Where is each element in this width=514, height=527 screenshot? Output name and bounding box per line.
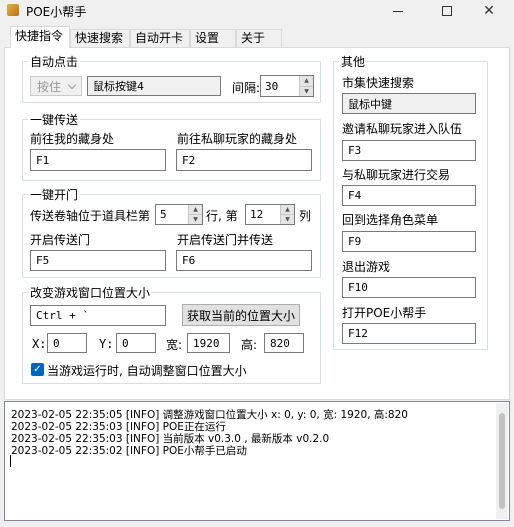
row-stepper[interactable]: 5 ▲ ▼ — [155, 204, 203, 225]
invite-key-field[interactable]: F3 — [342, 140, 476, 161]
height-label: 高: — [241, 338, 258, 352]
y-field[interactable]: 0 — [116, 333, 156, 353]
decrement-icon[interactable]: ▼ — [300, 86, 313, 96]
close-icon: ✕ — [483, 3, 495, 19]
pm-hideout-label: 前往私聊玩家的藏身处 — [177, 132, 298, 146]
char-select-key-field[interactable]: F9 — [342, 231, 476, 252]
increment-icon[interactable]: ▲ — [281, 205, 294, 215]
tab-quick-search[interactable]: 快速搜索 — [70, 29, 130, 47]
trade-label: 与私聊玩家进行交易 — [342, 168, 451, 182]
open-portal-label: 开启传送门 — [30, 233, 91, 247]
x-field[interactable]: 0 — [47, 333, 87, 353]
window-title: POE小帮手 — [26, 5, 87, 19]
char-select-label: 回到选择角色菜单 — [342, 213, 439, 227]
window-size-title: 改变游戏窗口位置大小 — [28, 284, 153, 301]
open-helper-key-field[interactable]: F12 — [342, 323, 476, 344]
trade-key-field[interactable]: F4 — [342, 185, 476, 206]
pm-hideout-key-field[interactable]: F2 — [176, 149, 312, 171]
col-label: 列 — [299, 209, 312, 223]
close-button[interactable]: ✕ — [466, 0, 512, 22]
auto-click-title: 自动点击 — [28, 53, 81, 70]
market-search-key-field[interactable]: 鼠标中键 — [342, 93, 476, 114]
minimize-button[interactable] — [375, 0, 421, 22]
maximize-button[interactable] — [424, 0, 470, 22]
other-title: 其他 — [339, 53, 368, 70]
width-field[interactable]: 1920 — [187, 333, 230, 353]
interval-stepper[interactable]: 30 ▲ ▼ — [260, 75, 314, 97]
col-stepper[interactable]: 12 ▲ ▼ — [245, 204, 295, 225]
open-travel-key-field[interactable]: F6 — [176, 250, 312, 271]
tab-settings[interactable]: 设置 — [190, 29, 236, 47]
app-icon — [7, 4, 19, 16]
width-label: 宽: — [166, 338, 183, 352]
my-hideout-label: 前往我的藏身处 — [30, 132, 115, 146]
x-label: X: — [32, 337, 47, 351]
open-portal-title: 一键开门 — [28, 186, 81, 203]
col-value[interactable]: 12 — [246, 205, 280, 224]
decrement-icon[interactable]: ▼ — [189, 215, 202, 224]
click-key-field[interactable]: 鼠标按键4 — [87, 76, 221, 96]
quick-travel-title: 一键传送 — [28, 111, 81, 128]
log-scrollbar[interactable] — [496, 403, 508, 519]
decrement-icon[interactable]: ▼ — [281, 215, 294, 224]
auto-adjust-label: 当游戏运行时, 自动调整窗口位置大小 — [47, 364, 247, 378]
click-mode-dropdown[interactable]: 按住 — [30, 76, 82, 96]
minimize-icon — [393, 10, 403, 12]
exit-game-key-field[interactable]: F10 — [342, 277, 476, 298]
market-search-label: 市集快速搜索 — [342, 76, 415, 90]
title-bar[interactable]: POE小帮手 ✕ — [0, 0, 514, 22]
tab-auto-open-card[interactable]: 自动开卡 — [130, 29, 190, 47]
increment-icon[interactable]: ▲ — [300, 76, 313, 87]
scrollbar-thumb[interactable] — [499, 413, 505, 509]
get-position-button[interactable]: 获取当前的位置大小 — [182, 304, 300, 326]
log-textarea[interactable]: 2023-02-05 22:35:05 [INFO] 调整游戏窗口位置大小 x:… — [4, 401, 510, 521]
window-size-hotkey-field[interactable]: Ctrl + ` — [30, 305, 166, 326]
y-label: Y: — [99, 337, 114, 351]
interval-label: 间隔: — [232, 81, 261, 95]
open-portal-key-field[interactable]: F5 — [30, 250, 166, 271]
exit-game-label: 退出游戏 — [342, 260, 391, 274]
log-line: 2023-02-05 22:35:02 [INFO] POE小帮手已启动 — [11, 445, 247, 457]
my-hideout-key-field[interactable]: F1 — [30, 149, 166, 171]
open-helper-label: 打开POE小帮手 — [342, 306, 427, 320]
maximize-icon — [442, 6, 452, 16]
row-value[interactable]: 5 — [156, 205, 188, 224]
interval-value[interactable]: 30 — [261, 76, 299, 96]
scroll-position-label: 传送卷轴位于道具栏第 — [30, 209, 151, 223]
row-label: 行, 第 — [206, 209, 238, 223]
increment-icon[interactable]: ▲ — [189, 205, 202, 215]
click-mode-value: 按住 — [37, 79, 62, 94]
tab-shortcuts[interactable]: 快捷指令 — [10, 26, 70, 48]
invite-label: 邀请私聊玩家进入队伍 — [342, 122, 463, 136]
open-travel-label: 开启传送门并传送 — [177, 233, 274, 247]
text-cursor — [10, 455, 11, 467]
auto-adjust-checkbox[interactable]: ✓ — [31, 363, 44, 376]
height-field[interactable]: 820 — [264, 333, 304, 353]
chevron-down-icon — [67, 80, 77, 90]
tab-about[interactable]: 关于 — [236, 29, 282, 47]
